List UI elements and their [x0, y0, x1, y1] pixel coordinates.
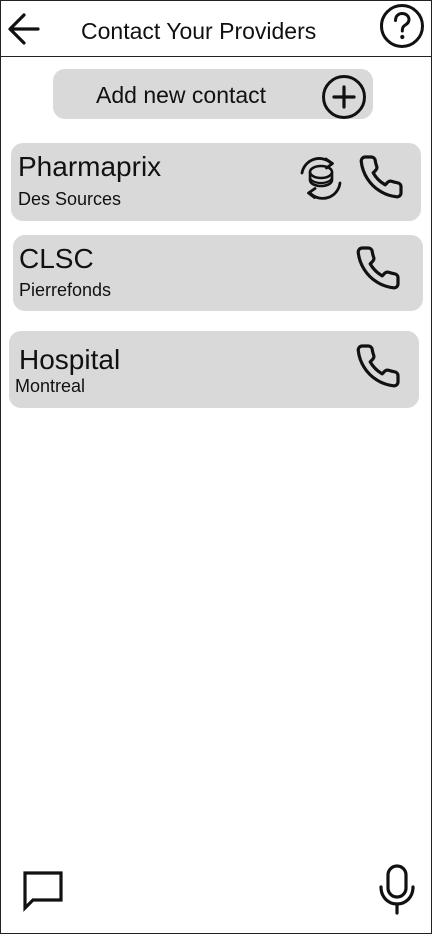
chat-bubble-icon[interactable] — [19, 867, 67, 915]
phone-icon[interactable] — [354, 244, 402, 292]
refill-medication-icon[interactable] — [293, 153, 345, 203]
phone-icon[interactable] — [354, 342, 402, 390]
help-icon[interactable] — [379, 3, 425, 49]
contact-location: Des Sources — [18, 189, 122, 209]
contact-name: Hospital — [19, 344, 121, 375]
page-title: Contact Your Providers — [81, 18, 317, 44]
contact-card-clsc[interactable]: CLSC Pierrefonds — [13, 235, 423, 311]
header-bar: Contact Your Providers — [1, 1, 431, 57]
microphone-icon[interactable] — [373, 863, 421, 917]
plus-circle-icon — [321, 74, 367, 120]
contact-card-hospital[interactable]: Hospital Montreal — [9, 331, 419, 408]
add-new-contact-button[interactable]: Add new contact — [53, 69, 373, 119]
add-new-contact-label: Add new contact — [96, 82, 267, 108]
contact-card-pharmaprix[interactable]: Pharmaprix Des Sources — [11, 143, 421, 221]
back-arrow-icon[interactable] — [5, 9, 43, 49]
phone-icon[interactable] — [357, 153, 405, 201]
contact-location: Montreal — [15, 376, 86, 396]
contact-location: Pierrefonds — [19, 280, 112, 300]
contact-name: CLSC — [19, 243, 94, 274]
contact-name: Pharmaprix — [18, 151, 162, 182]
app-frame: Contact Your Providers Add new contact P… — [0, 0, 432, 934]
